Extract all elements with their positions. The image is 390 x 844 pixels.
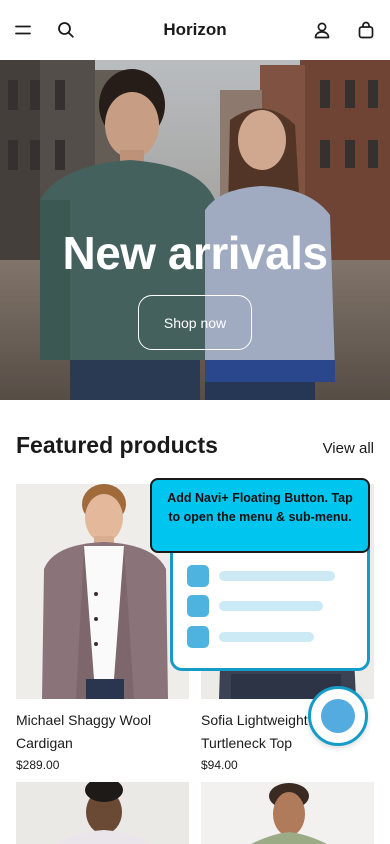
menu-preview-icon [187, 595, 209, 617]
product-image[interactable] [16, 782, 189, 844]
product-card[interactable] [16, 782, 189, 844]
navi-tooltip: Add Navi+ Floating Button. Tap to open t… [150, 478, 370, 553]
product-image[interactable] [201, 782, 374, 844]
menu-preview-row [187, 626, 314, 648]
hero-title: New arrivals [62, 227, 328, 279]
product-name[interactable]: Michael Shaggy Wool Cardigan [16, 709, 189, 755]
account-icon[interactable] [310, 18, 334, 42]
search-icon[interactable] [54, 18, 78, 42]
floating-action-button[interactable] [308, 686, 368, 746]
product-price: $94.00 [201, 758, 238, 772]
shop-now-button[interactable]: Shop now [138, 295, 252, 350]
menu-preview-row [187, 595, 323, 617]
menu-preview-row [187, 565, 335, 587]
top-header: Horizon [0, 0, 390, 60]
view-all-link[interactable]: View all [323, 440, 374, 457]
product-price: $289.00 [16, 758, 60, 772]
menu-preview-line [219, 601, 323, 611]
hero-banner[interactable]: New arrivals Shop now [0, 60, 390, 400]
navi-menu-preview [170, 545, 370, 671]
menu-preview-line [219, 632, 314, 642]
product-card[interactable] [201, 782, 374, 844]
menu-icon[interactable] [11, 18, 35, 42]
menu-preview-line [219, 571, 335, 581]
menu-preview-icon [187, 626, 209, 648]
bag-icon[interactable] [354, 18, 378, 42]
menu-preview-icon [187, 565, 209, 587]
fab-dot-icon [321, 699, 355, 733]
featured-title: Featured products [16, 432, 218, 458]
